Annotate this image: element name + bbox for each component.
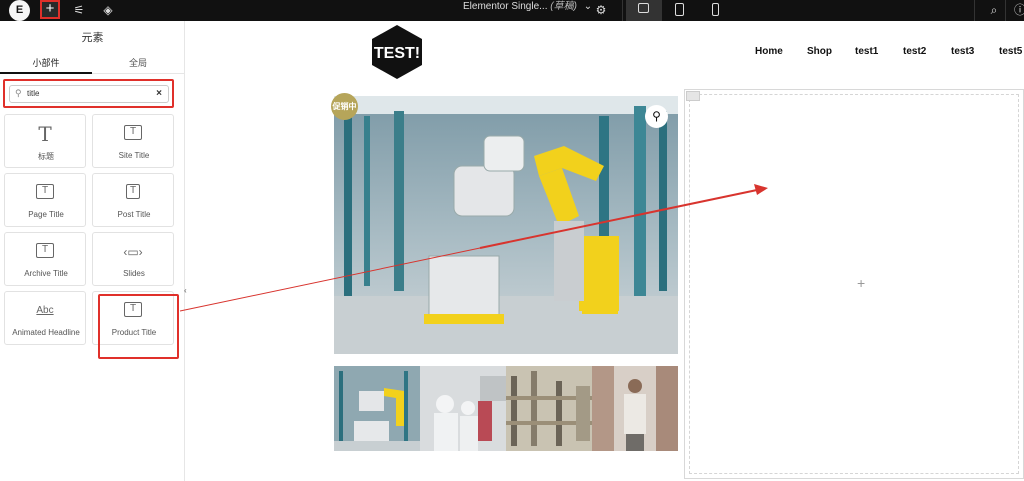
nav-test5[interactable]: test5	[999, 46, 1022, 57]
nav-home[interactable]: Home	[755, 46, 783, 57]
product-thumbnail[interactable]	[334, 366, 420, 451]
sale-badge: 促销中	[331, 93, 358, 120]
product-thumbnail[interactable]	[506, 366, 592, 451]
widget-label: 标题	[38, 152, 54, 161]
add-widget-icon[interactable]: +	[857, 275, 865, 291]
animated-headline-icon: Abc	[36, 305, 54, 316]
slides-icon: ‹▭›	[123, 245, 143, 259]
site-logo[interactable]: TEST!	[370, 24, 424, 80]
nav-test2[interactable]: test2	[903, 46, 926, 57]
product-main-image[interactable]	[334, 96, 678, 354]
widget-heading[interactable]: T 标题	[4, 114, 86, 168]
widget-post-title[interactable]: T Post Title	[92, 173, 174, 227]
zoom-icon[interactable]: ⚲	[645, 105, 668, 128]
nav-test3[interactable]: test3	[951, 46, 974, 57]
elements-panel: 元素 小部件 全局 ⚲ title × T 标题 T Site Title T …	[0, 21, 187, 481]
tablet-icon[interactable]	[662, 0, 698, 21]
panel-tabs: 小部件 全局	[0, 52, 185, 74]
site-title-icon: T	[124, 125, 142, 140]
product-thumbnail[interactable]	[592, 366, 678, 451]
search-icon: ⚲	[15, 88, 22, 98]
drop-zone-column[interactable]: +	[684, 89, 1024, 479]
desktop-icon[interactable]	[626, 0, 662, 21]
page-title-icon: T	[36, 184, 54, 199]
nav-shop[interactable]: Shop	[807, 46, 832, 57]
panel-title: 元素	[81, 32, 104, 44]
settings-sliders-icon[interactable]: ⚟	[72, 3, 86, 17]
widget-label: Slides	[123, 269, 145, 278]
search-input[interactable]: ⚲ title ×	[9, 85, 169, 103]
nav-test1[interactable]: test1	[855, 46, 878, 57]
chevron-down-icon[interactable]: ⌄	[584, 1, 592, 12]
tab-global[interactable]: 全局	[92, 56, 184, 69]
drop-zone-area[interactable]	[689, 94, 1019, 474]
document-title[interactable]: Elementor Single... (草稿) ⌄	[463, 0, 592, 21]
collapse-panel-icon[interactable]: ‹	[184, 286, 192, 300]
widget-label: Page Title	[28, 210, 64, 219]
heading-icon: T	[38, 122, 52, 146]
document-title-text: Elementor Single...	[463, 1, 548, 12]
widget-label: Post Title	[117, 210, 151, 219]
tab-widgets[interactable]: 小部件	[0, 56, 92, 74]
gear-icon[interactable]: ⚙	[594, 3, 608, 17]
product-title-highlight	[98, 294, 179, 359]
elementor-logo-icon[interactable]: E	[9, 0, 30, 21]
site-logo-text: TEST!	[374, 45, 420, 62]
widget-label: Site Title	[118, 151, 150, 160]
widget-label: Animated Headline	[12, 328, 80, 337]
document-status: (草稿)	[550, 1, 577, 12]
column-handle-icon[interactable]	[686, 91, 700, 101]
widget-site-title[interactable]: T Site Title	[92, 114, 174, 168]
mobile-icon[interactable]	[698, 0, 734, 21]
add-element-button[interactable]: +	[40, 0, 60, 19]
clear-icon[interactable]: ×	[156, 88, 162, 99]
widget-animated-headline[interactable]: Abc Animated Headline	[4, 291, 86, 345]
widget-label: Archive Title	[24, 269, 68, 278]
widget-archive-title[interactable]: T Archive Title	[4, 232, 86, 286]
archive-title-icon: T	[36, 243, 54, 258]
help-icon[interactable]: ⓘ	[1013, 3, 1024, 17]
product-thumbnail[interactable]	[420, 366, 506, 451]
search-highlight: ⚲ title ×	[3, 79, 174, 108]
search-input-value: title	[27, 89, 40, 98]
post-title-icon: T	[126, 184, 140, 199]
widget-slides[interactable]: ‹▭› Slides	[92, 232, 174, 286]
top-bar: E + ⚟ ◈ Elementor Single... (草稿) ⌄ ⚙ ⌕ ⓘ	[0, 0, 1024, 21]
widget-page-title[interactable]: T Page Title	[4, 173, 86, 227]
layers-icon[interactable]: ◈	[101, 3, 115, 17]
search-icon[interactable]: ⌕	[987, 3, 1001, 17]
